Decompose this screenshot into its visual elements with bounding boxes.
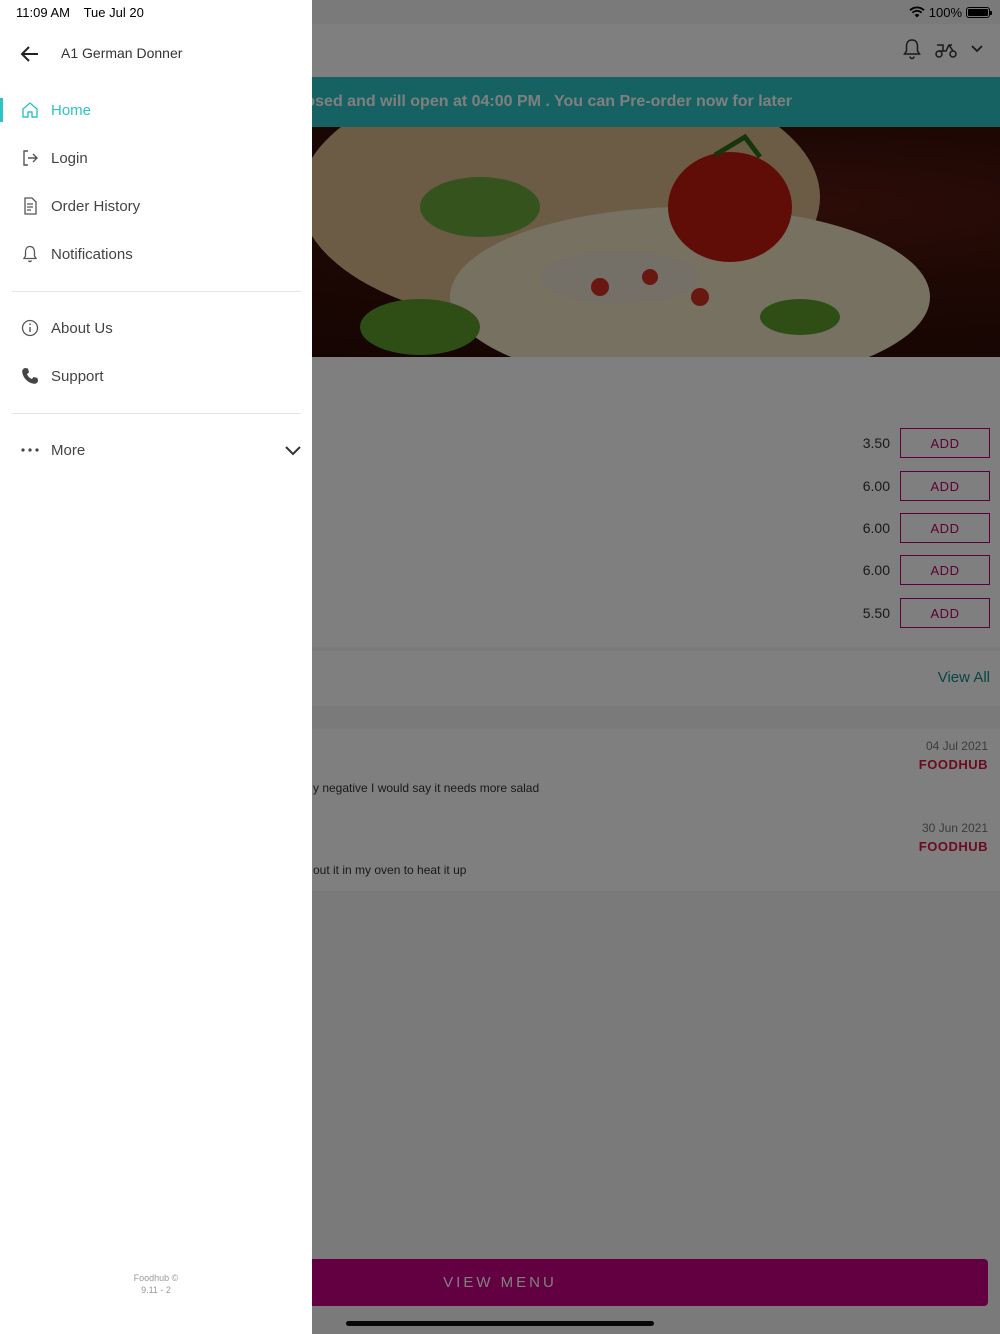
drawer-item-home[interactable]: Home [0, 88, 312, 132]
active-indicator [0, 98, 3, 122]
phone-icon [22, 368, 38, 384]
drawer-item-label: Home [51, 101, 92, 119]
drawer-item-order-history[interactable]: Order History [0, 184, 312, 228]
drawer-item-label: Support [51, 367, 104, 385]
drawer-item-label: More [51, 441, 86, 459]
drawer-divider [12, 291, 301, 292]
drawer-divider [12, 413, 301, 414]
receipt-icon [24, 197, 37, 215]
bell-icon [22, 245, 38, 263]
restaurant-name: A1 German Donner [61, 45, 183, 61]
back-arrow-icon[interactable] [18, 42, 42, 66]
drawer-item-label: Notifications [51, 245, 133, 263]
footer-version: 9.11 - 2 [141, 1285, 171, 1295]
drawer-item-label: About Us [51, 319, 113, 337]
app-footer: Foodhub © 9.11 - 2 [0, 1272, 312, 1296]
drawer-item-about-us[interactable]: About Us [0, 306, 312, 350]
info-icon [21, 319, 39, 337]
login-icon [23, 150, 38, 166]
chevron-down-icon[interactable] [283, 440, 303, 460]
dots-icon [21, 448, 39, 452]
home-icon [22, 102, 38, 118]
drawer-item-label: Login [51, 149, 88, 167]
status-time: 11:09 AM [16, 5, 70, 20]
drawer-item-label: Order History [51, 197, 141, 215]
drawer-item-more[interactable]: More [0, 428, 312, 472]
drawer-item-notifications[interactable]: Notifications [0, 232, 312, 276]
drawer-header: A1 German Donner [0, 33, 312, 73]
drawer-item-support[interactable]: Support [0, 354, 312, 398]
drawer-item-login[interactable]: Login [0, 136, 312, 180]
status-time-date: 11:09 AM Tue Jul 20 [16, 5, 144, 20]
status-date: Tue Jul 20 [83, 5, 144, 20]
footer-brand: Foodhub © [133, 1273, 179, 1283]
navigation-drawer: 11:09 AM Tue Jul 20 A1 German Donner Hom… [0, 0, 312, 1334]
